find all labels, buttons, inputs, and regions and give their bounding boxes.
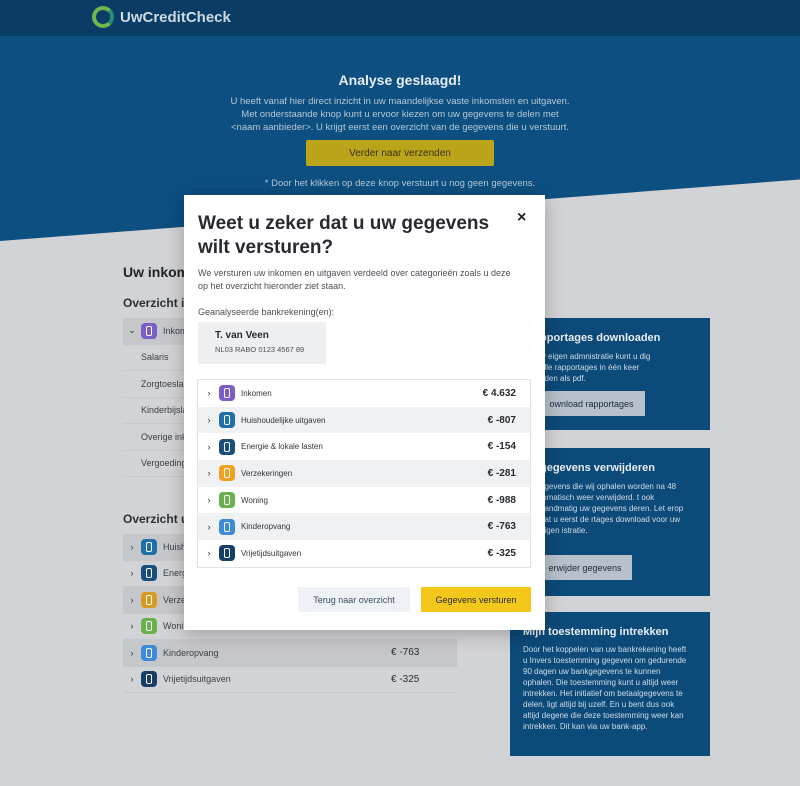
phone-icon xyxy=(141,591,157,608)
category-row-energie[interactable]: › Energie & lokale lasten € -154 xyxy=(198,433,530,460)
category-label: Inkomen xyxy=(241,388,272,398)
brand-logo[interactable]: UwCreditCheck xyxy=(92,6,231,28)
category-list: › Inkomen € 4.632 › Huishoudelijke uitga… xyxy=(197,379,531,568)
card-title: gegevens verwijderen xyxy=(540,462,655,474)
category-amount: € -988 xyxy=(487,494,516,506)
phone-icon xyxy=(219,492,235,509)
account-holder: T. van Veen xyxy=(215,330,269,341)
confirm-send-dialog: Weet u zeker dat u uw gegevens wilt vers… xyxy=(184,195,545,630)
chevron-right-icon: › xyxy=(207,468,211,479)
card-text: Door het koppelen van uw bankrekening he… xyxy=(523,645,687,731)
phone-icon xyxy=(141,644,157,661)
phone-icon xyxy=(141,565,157,582)
chevron-right-icon: › xyxy=(207,441,211,452)
category-row-inkomen[interactable]: › Inkomen € 4.632 xyxy=(198,380,530,407)
category-label: Woning xyxy=(241,495,268,505)
revoke-consent-card: Mijn toestemming intrekken Door het kopp… xyxy=(510,612,710,756)
phone-icon xyxy=(219,545,235,562)
brand-name: UwCreditCheck xyxy=(120,8,231,26)
continue-to-send-button[interactable]: Verder naar verzenden xyxy=(306,140,494,166)
category-row-woning[interactable]: › Woning € -988 xyxy=(198,487,530,514)
category-row-huishoudelijke-uitgaven[interactable]: › Huishoudelijke uitgaven € -807 xyxy=(198,406,530,434)
chevron-right-icon: › xyxy=(207,388,211,399)
chevron-right-icon: › xyxy=(130,647,134,658)
chevron-right-icon: › xyxy=(130,674,134,685)
card-title: pportages downloaden xyxy=(540,332,661,344)
phone-icon xyxy=(219,412,235,429)
chevron-right-icon: › xyxy=(130,568,134,579)
card-text: egevens die wij ophalen worden na 48 tom… xyxy=(540,482,684,535)
category-amount: € -763 xyxy=(487,521,516,533)
expense-amount: € -325 xyxy=(391,673,420,685)
income-overview-title: Overzicht i xyxy=(123,296,185,310)
chevron-right-icon: › xyxy=(207,548,211,559)
top-bar: UwCreditCheck xyxy=(0,0,800,36)
bank-account-card: T. van Veen NL03 RABO 0123 4567 89 xyxy=(198,322,326,364)
send-data-button[interactable]: Gegevens versturen xyxy=(421,587,531,612)
dialog-description: We versturen uw inkomen en uitgaven verd… xyxy=(198,268,511,291)
category-row-kinderopvang[interactable]: › Kinderopvang € -763 xyxy=(198,513,530,541)
dialog-title: Weet u zeker dat u uw gegevens wilt vers… xyxy=(198,213,490,258)
chevron-down-icon: ⌄ xyxy=(128,325,136,336)
hero-text: U heeft vanaf hier direct inzicht in uw … xyxy=(230,96,570,133)
category-amount: € -807 xyxy=(487,414,516,426)
category-label: Huishoudelijke uitgaven xyxy=(241,415,326,425)
phone-icon xyxy=(219,385,235,402)
expense-overview-title: Overzicht u xyxy=(123,512,189,526)
phone-icon xyxy=(141,671,157,688)
expense-label: Kinderopvang xyxy=(163,647,219,658)
chevron-right-icon: › xyxy=(130,594,134,605)
expense-row[interactable]: › Kinderopvang € -763 xyxy=(123,640,457,667)
category-row-verzekeringen[interactable]: › Verzekeringen € -281 xyxy=(198,460,530,487)
hero-title: Analyse geslaagd! xyxy=(338,72,462,88)
category-label: Kinderopvang xyxy=(241,522,291,532)
category-amount: € 4.632 xyxy=(482,387,516,399)
account-iban: NL03 RABO 0123 4567 89 xyxy=(215,345,305,354)
page-heading: Uw inkom xyxy=(123,264,190,280)
phone-icon xyxy=(141,618,157,635)
phone-icon xyxy=(141,322,157,339)
close-icon[interactable]: × xyxy=(517,209,526,227)
chevron-right-icon: › xyxy=(130,541,134,552)
phone-icon xyxy=(219,438,235,455)
category-amount: € -154 xyxy=(487,441,516,453)
card-text: w eigen admnistratie kunt u dig alle rap… xyxy=(540,352,651,383)
accounts-label: Geanalyseerde bankrekening(en): xyxy=(198,307,335,317)
chevron-right-icon: › xyxy=(207,415,211,426)
back-to-overview-button[interactable]: Terug naar overzicht xyxy=(298,587,410,612)
category-label: Verzekeringen xyxy=(241,468,293,478)
phone-icon xyxy=(141,538,157,555)
phone-icon xyxy=(219,518,235,535)
logo-icon xyxy=(92,6,114,28)
category-amount: € -281 xyxy=(487,467,516,479)
category-amount: € -325 xyxy=(487,547,516,559)
phone-icon xyxy=(219,465,235,482)
chevron-right-icon: › xyxy=(207,495,211,506)
category-label: Vrijetijdsuitgaven xyxy=(241,548,302,558)
expense-amount: € -763 xyxy=(391,647,420,659)
chevron-right-icon: › xyxy=(207,521,211,532)
chevron-right-icon: › xyxy=(130,621,134,632)
expense-label: Vrijetijdsuitgaven xyxy=(163,674,231,685)
category-label: Energie & lokale lasten xyxy=(241,442,323,452)
hero-note: * Door het klikken op deze knop verstuur… xyxy=(264,178,536,189)
category-row-vrijetijdsuitgaven[interactable]: › Vrijetijdsuitgaven € -325 xyxy=(198,540,530,567)
delete-data-button[interactable]: erwijder gegevens xyxy=(538,555,632,580)
download-reports-button[interactable]: ownload rapportages xyxy=(538,391,645,416)
expense-row[interactable]: › Vrijetijdsuitgaven € -325 xyxy=(123,667,457,693)
